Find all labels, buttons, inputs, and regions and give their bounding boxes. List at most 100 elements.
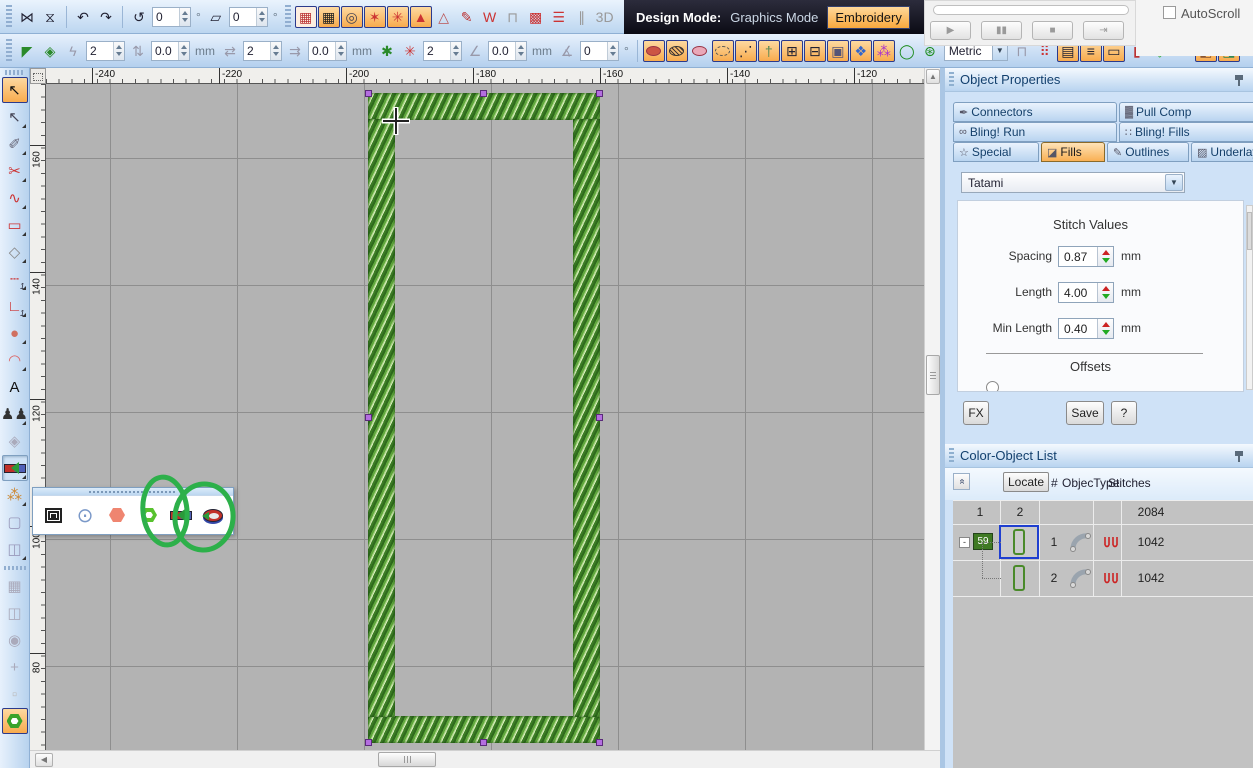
color-film-tool[interactable] <box>2 455 28 481</box>
object-thumbnail-cell[interactable] <box>999 561 1039 595</box>
offsets-radio[interactable] <box>986 381 999 392</box>
stop-button[interactable]: ■ <box>1032 21 1073 40</box>
select-tool[interactable]: ↖ <box>2 77 28 103</box>
offset-icon[interactable]: ⇉ <box>284 40 306 62</box>
zigzag-pen-icon[interactable]: ✎ <box>456 6 478 28</box>
fill-type-dropdown[interactable]: Tatami ▼ <box>961 172 1185 193</box>
spiral-fill-icon[interactable]: ◎ <box>341 6 363 28</box>
polyline-stitch-tool[interactable]: ∟1 <box>2 293 28 319</box>
canvas-horizontal-scrollbar[interactable]: ◀ <box>30 750 940 768</box>
selection-handle[interactable] <box>365 739 372 746</box>
background-tool[interactable]: ▢ <box>2 509 28 535</box>
tab-pull-comp[interactable]: ▓Pull Comp <box>1119 102 1253 122</box>
step-stitch-icon[interactable]: ⊓ <box>502 6 524 28</box>
fx-button[interactable]: FX <box>963 401 989 425</box>
shapes-hexagon-tool[interactable] <box>2 708 28 734</box>
min-length-value[interactable]: 0.40 <box>1059 319 1097 338</box>
selection-handle[interactable] <box>596 90 603 97</box>
angle-b-spin[interactable] <box>581 42 607 60</box>
scatter-spin-arrows[interactable] <box>450 42 461 60</box>
fill-mirror-icon[interactable]: ◤ <box>16 40 38 62</box>
skew-angle-input-arrows[interactable] <box>256 8 267 26</box>
fill-rotate-icon[interactable]: ◈ <box>39 40 61 62</box>
spacing-value[interactable]: 0.87 <box>1059 247 1097 266</box>
reshape-box-tool[interactable]: ▭ <box>2 212 28 238</box>
pin-icon[interactable] <box>1234 450 1244 462</box>
arc-tool[interactable]: ◠ <box>2 347 28 373</box>
scatter-a-icon[interactable]: ✱ <box>376 40 398 62</box>
card-scrollbar[interactable] <box>1246 205 1253 390</box>
selection-handle[interactable] <box>480 739 487 746</box>
collapse-button[interactable]: « <box>953 473 970 490</box>
design-canvas[interactable] <box>46 84 924 750</box>
panel-splitter[interactable] <box>940 68 945 768</box>
needle-point-icon[interactable]: † <box>758 40 780 62</box>
grid-a-tool[interactable]: ▦ <box>2 573 28 599</box>
fill-pink-oval-icon[interactable] <box>689 40 711 62</box>
tab-underlay[interactable]: ▨Underlay <box>1191 142 1253 162</box>
selection-handle[interactable] <box>365 414 372 421</box>
color-wheel-icon[interactable] <box>200 502 226 528</box>
value-spinner[interactable] <box>1097 247 1113 266</box>
embroidery-border-object[interactable] <box>368 93 600 743</box>
pause-button[interactable]: ▮▮ <box>981 21 1022 40</box>
stitch-edit-tool[interactable]: ✂ <box>2 158 28 184</box>
vertical-scroll-thumb[interactable] <box>926 355 940 395</box>
help-button[interactable]: ? <box>1111 401 1137 425</box>
oc-circles-icon[interactable]: ⊙ <box>72 502 98 528</box>
mirror-merge-tool[interactable]: ◫ <box>2 536 28 562</box>
column-spin[interactable] <box>244 42 270 60</box>
three-d-effect-icon[interactable]: 3D <box>594 6 616 28</box>
scroll-up-button[interactable]: ▲ <box>926 69 940 84</box>
panel-grip[interactable] <box>949 448 954 463</box>
gradient-bar-icon[interactable] <box>168 502 194 528</box>
freehand-tool[interactable]: ∿ <box>2 185 28 211</box>
step-end-button[interactable]: ⇥ <box>1083 21 1124 40</box>
toolbar-handle[interactable] <box>6 5 12 29</box>
name-drop-tool[interactable]: ◈ <box>2 428 28 454</box>
pin-icon[interactable] <box>1234 74 1244 86</box>
rotate-ccw-45-icon[interactable]: ↶ <box>72 6 94 28</box>
object-thumbnail-cell[interactable] <box>999 525 1039 559</box>
tab-outlines[interactable]: ✎Outlines <box>1107 142 1189 162</box>
value-spinner[interactable] <box>1097 283 1113 302</box>
skew-angle-input[interactable] <box>230 8 256 26</box>
weave-fill-icon[interactable]: ▦ <box>295 6 317 28</box>
tab-bling-run[interactable]: ∞Bling! Run <box>953 122 1117 142</box>
lettering-tool[interactable]: A <box>2 374 28 400</box>
tab-connectors[interactable]: ✒Connectors <box>953 102 1117 122</box>
applique-tool[interactable]: ⁂ <box>2 482 28 508</box>
dropdown-arrow-icon[interactable]: ▼ <box>1165 174 1183 191</box>
outline-design-icon[interactable] <box>40 502 66 528</box>
autoscroll-checkbox[interactable] <box>1163 6 1176 19</box>
save-button[interactable]: Save <box>1066 401 1104 425</box>
tatami-fill-icon[interactable]: ▦ <box>318 6 340 28</box>
rotate-angle-input-arrows[interactable] <box>179 8 190 26</box>
angle-b-spin-arrows[interactable] <box>607 42 618 60</box>
offset-spin-arrows[interactable] <box>335 42 346 60</box>
scroll-left-button[interactable]: ◀ <box>35 753 53 767</box>
shapes-icon[interactable]: ❖ <box>850 40 872 62</box>
grid-eye-tool[interactable]: ◉ <box>2 627 28 653</box>
knife-tool[interactable]: ✐ <box>2 131 28 157</box>
stagger-icon[interactable]: ϟ <box>62 40 84 62</box>
tab-fills[interactable]: ◪Fills <box>1041 142 1105 162</box>
embroidery-mode-button[interactable]: Embroidery <box>827 6 909 29</box>
selection-handle[interactable] <box>596 739 603 746</box>
play-button[interactable]: ▶ <box>930 21 971 40</box>
fill-hatch-oval-icon[interactable] <box>666 40 688 62</box>
monogram-tool[interactable]: ♟♟ <box>2 401 28 427</box>
wave-stitch-icon[interactable]: W <box>479 6 501 28</box>
toolbar-handle[interactable] <box>6 39 12 63</box>
flyout-drag-handle[interactable] <box>33 488 233 496</box>
skew-icon[interactable]: ▱ <box>205 6 227 28</box>
expander-button[interactable]: - <box>959 537 970 548</box>
ray-fill-icon[interactable]: ✳ <box>387 6 409 28</box>
playback-slider[interactable] <box>933 5 1129 15</box>
card-scroll-thumb[interactable] <box>1247 212 1252 250</box>
run-stitch-tool[interactable]: ┄1 <box>2 266 28 292</box>
canvas-vertical-scrollbar[interactable]: ▲ <box>924 68 940 750</box>
row-spacing-icon[interactable]: ⇅ <box>127 40 149 62</box>
rotate-angle-icon[interactable]: ↺ <box>128 6 150 28</box>
blank-tool[interactable]: ▫ <box>2 681 28 707</box>
